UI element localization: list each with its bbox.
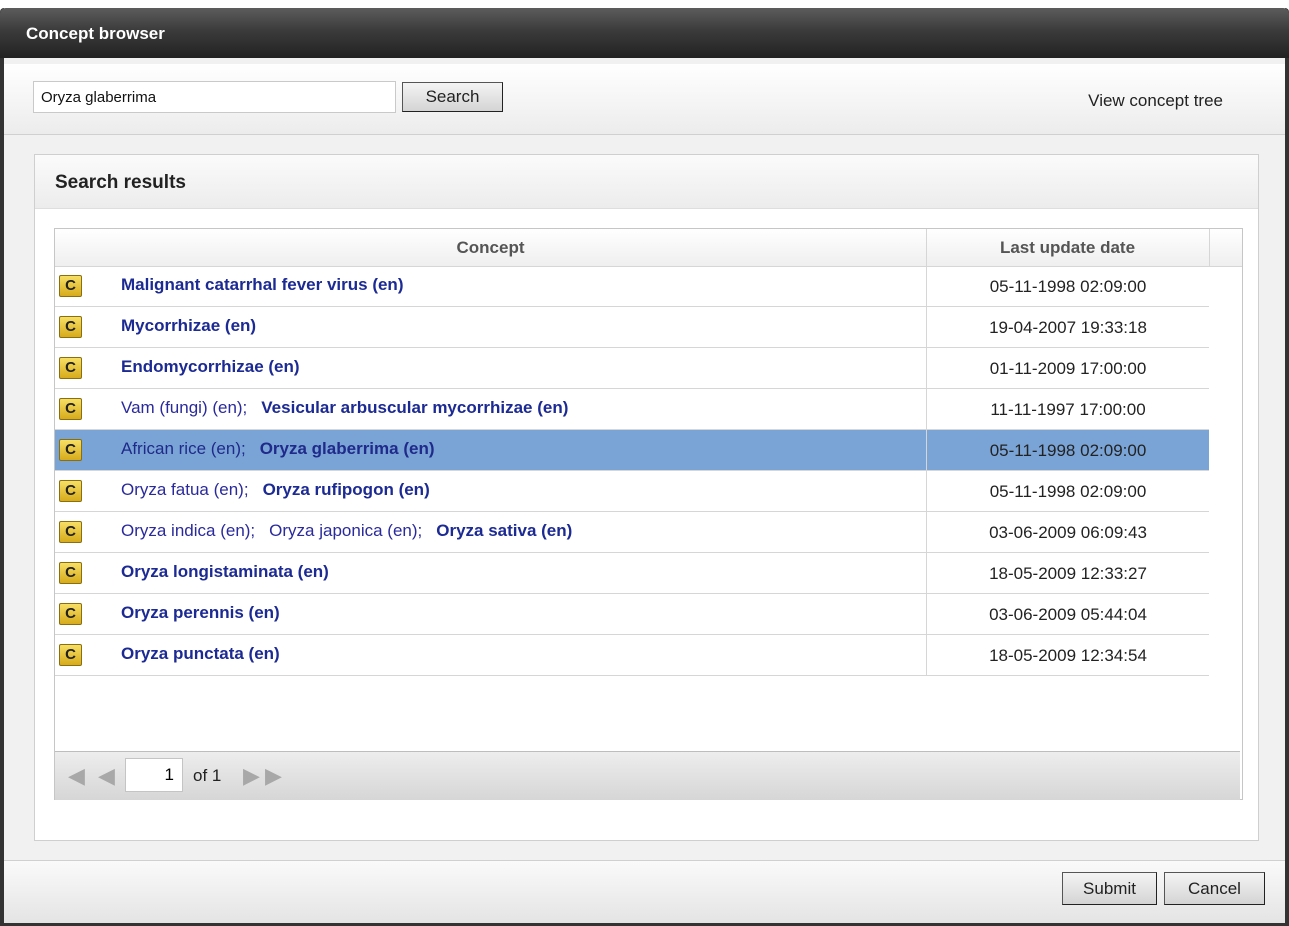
last-update-date-cell: 05-11-1998 02:09:00: [989, 482, 1147, 501]
synonym-label: African rice (en);: [121, 439, 246, 458]
last-update-date-cell: 01-11-2009 17:00:00: [989, 359, 1147, 378]
last-page-icon[interactable]: ▶​: [265, 764, 291, 790]
concept-icon: C: [59, 439, 82, 461]
preferred-term-link[interactable]: Oryza sativa (en): [436, 521, 572, 540]
grid-header: Concept Last update date: [55, 229, 1242, 267]
last-update-date-cell: 05-11-1998 02:09:00: [989, 277, 1147, 296]
column-header-concept[interactable]: Concept: [55, 229, 927, 266]
next-page-icon[interactable]: ▶: [243, 764, 261, 790]
page-count-label: of 1: [193, 766, 221, 786]
preferred-term-link[interactable]: Vesicular arbuscular mycorrhizae (en): [261, 398, 568, 417]
concept-cell: Oryza indica (en); Oryza japonica (en); Or…: [121, 512, 572, 553]
submit-button[interactable]: Submit: [1062, 872, 1157, 905]
first-page-icon[interactable]: ◀​: [68, 764, 94, 790]
view-concept-tree-link[interactable]: View concept tree: [1088, 91, 1223, 111]
synonym-label: Oryza japonica (en);: [269, 521, 423, 540]
title-bar[interactable]: Concept browser: [0, 8, 1289, 58]
concept-icon: C: [59, 603, 82, 625]
of-label: of: [193, 766, 208, 785]
preferred-term-link[interactable]: Endomycorrhizae (en): [121, 357, 300, 376]
concept-cell: Oryza punctata (en): [121, 635, 280, 676]
preferred-term-link[interactable]: Oryza longistaminata (en): [121, 562, 329, 581]
last-update-date-cell: 11-11-1997 17:00:00: [990, 400, 1146, 419]
concept-cell: Oryza longistaminata (en): [121, 553, 329, 594]
last-update-date-cell: 18-05-2009 12:34:54: [989, 646, 1147, 665]
concept-cell: Endomycorrhizae (en): [121, 348, 300, 389]
preferred-term-link[interactable]: Mycorrhizae (en): [121, 316, 256, 335]
table-row[interactable]: C Mycorrhizae (en) 19-04-2007 19:33:18: [55, 307, 1209, 348]
preferred-term-link[interactable]: Oryza glaberrima (en): [260, 439, 435, 458]
table-row[interactable]: C Oryza indica (en); Oryza japonica (en); O…: [55, 512, 1209, 553]
concept-cell: African rice (en); Oryza glaberrima (en): [121, 430, 434, 471]
column-header-last-update-date[interactable]: Last update date: [926, 229, 1210, 266]
synonym-label: Vam (fungi) (en);: [121, 398, 248, 417]
pagination-toolbar: ◀​ ◀ of 1 ▶ ▶​: [55, 751, 1240, 800]
table-row[interactable]: C African rice (en); Oryza glaberrima (en)…: [55, 430, 1209, 471]
table-row[interactable]: C Oryza punctata (en) 18-05-2009 12:34:54: [55, 635, 1209, 676]
last-update-date-cell: 05-11-1998 02:09:00: [989, 441, 1147, 460]
preferred-term-link[interactable]: Oryza rufipogon (en): [263, 480, 430, 499]
search-input[interactable]: [33, 81, 396, 113]
last-update-date-cell: 18-05-2009 12:33:27: [989, 564, 1147, 583]
preferred-term-link[interactable]: Malignant catarrhal fever virus (en): [121, 275, 403, 294]
results-grid: Concept Last update date C Malignant cata…: [54, 228, 1243, 800]
table-row[interactable]: C Vam (fungi) (en); Vesicular arbuscular m…: [55, 389, 1209, 430]
table-row[interactable]: C Oryza perennis (en) 03-06-2009 05:44:04: [55, 594, 1209, 635]
table-row[interactable]: C Oryza fatua (en); Oryza rufipogon (en) 05…: [55, 471, 1209, 512]
table-row[interactable]: C Malignant catarrhal fever virus (en) 05-…: [55, 266, 1209, 307]
concept-icon: C: [59, 521, 82, 543]
concept-cell: Oryza fatua (en); Oryza rufipogon (en): [121, 471, 430, 512]
table-row[interactable]: C Endomycorrhizae (en) 01-11-2009 17:00:00: [55, 348, 1209, 389]
concept-cell: Mycorrhizae (en): [121, 307, 256, 348]
page-number-input[interactable]: [125, 758, 183, 792]
concept-icon: C: [59, 562, 82, 584]
preferred-term-link[interactable]: Oryza punctata (en): [121, 644, 280, 663]
concept-icon: C: [59, 480, 82, 502]
last-update-date-cell: 03-06-2009 06:09:43: [989, 523, 1147, 542]
table-row[interactable]: C Oryza longistaminata (en) 18-05-2009 12:…: [55, 553, 1209, 594]
grid-rows: C Malignant catarrhal fever virus (en) 05-…: [55, 266, 1209, 676]
window-title: Concept browser: [26, 24, 165, 43]
concept-browser-window: Concept browser Search View concept tree…: [0, 8, 1289, 926]
preferred-term-link[interactable]: Oryza perennis (en): [121, 603, 280, 622]
last-update-date-cell: 19-04-2007 19:33:18: [989, 318, 1147, 337]
concept-icon: C: [59, 644, 82, 666]
dialog-footer: Submit Cancel: [4, 860, 1285, 923]
concept-cell: Vam (fungi) (en); Vesicular arbuscular my…: [121, 389, 568, 430]
total-pages: 1: [211, 766, 222, 785]
concept-icon: C: [59, 398, 82, 420]
search-button[interactable]: Search: [402, 82, 503, 112]
concept-cell: Oryza perennis (en): [121, 594, 280, 635]
search-results-title: Search results: [35, 155, 1258, 209]
search-toolbar: Search View concept tree: [4, 64, 1285, 135]
last-update-date-cell: 03-06-2009 05:44:04: [989, 605, 1147, 624]
search-results-panel: Search results Concept Last update date …: [34, 154, 1259, 841]
concept-icon: C: [59, 316, 82, 338]
concept-icon: C: [59, 357, 82, 379]
concept-icon: C: [59, 275, 82, 297]
concept-cell: Malignant catarrhal fever virus (en): [121, 266, 403, 307]
prev-page-icon[interactable]: ◀: [98, 764, 116, 790]
cancel-button[interactable]: Cancel: [1164, 872, 1265, 905]
synonym-label: Oryza indica (en);: [121, 521, 256, 540]
synonym-label: Oryza fatua (en);: [121, 480, 249, 499]
